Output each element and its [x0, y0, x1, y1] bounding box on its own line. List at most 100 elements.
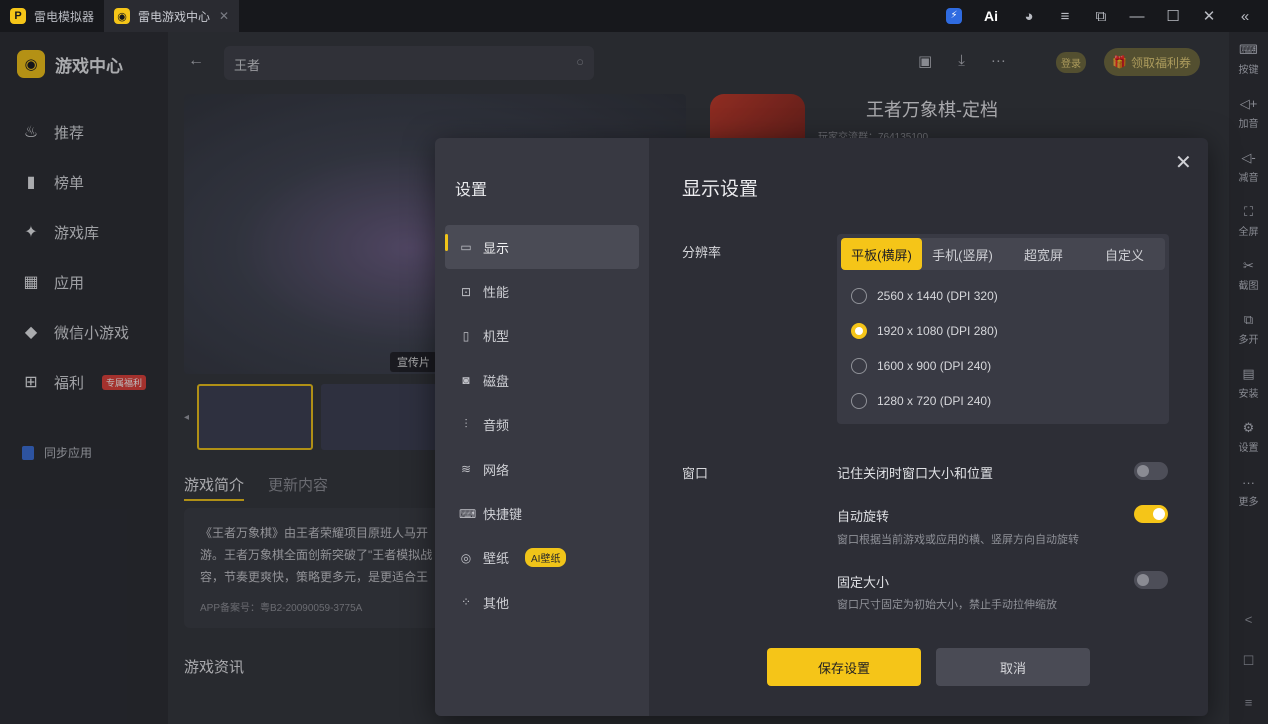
performance-icon: ⊡ [460, 284, 472, 299]
toolbar-multi-instance[interactable]: ⧉ 多开 [1229, 302, 1268, 356]
settings-title: 设置 [455, 182, 488, 199]
settings-menu-display[interactable]: ▭ 显示 [445, 225, 639, 270]
display-settings-heading: 显示设置 [682, 179, 759, 200]
toolbar-volume-up[interactable]: ◁+ 加音 [1229, 86, 1268, 140]
menu-icon[interactable]: ≡ [1056, 8, 1074, 25]
resolution-text: 1600 x 900 (DPI 240) [877, 359, 992, 373]
toolbar-label: 安装 [1238, 389, 1259, 400]
menu-label: 壁纸 [483, 551, 510, 567]
tab-close-icon[interactable]: ✕ [219, 9, 229, 23]
radio-button[interactable] [851, 288, 867, 304]
palette-icon: ◎ [460, 550, 472, 565]
resolution-panel: 平板(横屏) 手机(竖屏) 超宽屏 自定义 2560 x 1440 (DPI 3… [837, 234, 1169, 424]
menu-label: 快捷键 [483, 507, 523, 523]
toolbar-label: 全屏 [1238, 227, 1259, 238]
tab-game-center[interactable]: ◉ 雷电游戏中心 ✕ [104, 0, 240, 32]
wifi-icon: ≋ [460, 462, 472, 477]
restore-layout-icon[interactable]: ⧉ [1092, 8, 1110, 25]
multi-instance-icon: ⧉ [1243, 312, 1254, 327]
window-controls: ⚡ Ai ◕ ≡ ⧉ — ☐ ✕ « [946, 0, 1268, 32]
toolbar-fullscreen[interactable]: ⛶ 全屏 [1229, 194, 1268, 248]
settings-menu-device-model[interactable]: ▯ 机型 [445, 314, 639, 358]
audio-icon: ⫶ [464, 417, 468, 432]
toolbar-label: 多开 [1238, 335, 1259, 346]
android-recent-icon[interactable]: ≡ [1245, 695, 1253, 710]
grid-icon: ⁘ [460, 595, 472, 610]
toolbar-label: 更多 [1238, 496, 1259, 508]
menu-label: 音频 [483, 418, 510, 434]
gear-icon: ⚙ [1242, 420, 1255, 435]
orientation-segmented-control: 平板(横屏) 手机(竖屏) 超宽屏 自定义 [841, 238, 1165, 270]
toolbar-label: 按键 [1238, 65, 1259, 76]
resolution-text: 1920 x 1080 (DPI 280) [877, 324, 998, 338]
orientation-ultrawide[interactable]: 超宽屏 [1003, 238, 1084, 270]
resolution-option-1280[interactable]: 1280 x 720 (DPI 240) [851, 393, 991, 409]
dialog-close-icon[interactable]: ✕ [1175, 150, 1192, 175]
settings-menu-disk[interactable]: ◙ 磁盘 [445, 358, 639, 402]
toolbar-label: 截图 [1238, 281, 1259, 292]
cancel-button[interactable]: 取消 [936, 648, 1090, 686]
toolbar-install[interactable]: ▤ 安装 [1229, 356, 1268, 410]
phone-icon: ▯ [462, 328, 470, 343]
maximize-icon[interactable]: ☐ [1164, 7, 1182, 25]
tab-emulator-label: 雷电模拟器 [34, 9, 95, 24]
tab-emulator[interactable]: P 雷电模拟器 [0, 0, 104, 32]
title-bar: P 雷电模拟器 ◉ 雷电游戏中心 ✕ ⚡ Ai ◕ ≡ ⧉ — ☐ ✕ « [0, 0, 1268, 32]
ldplayer-logo-icon: P [10, 8, 26, 24]
settings-menu-performance[interactable]: ⊡ 性能 [445, 269, 639, 313]
keyboard-icon: ⌨ [459, 506, 477, 521]
android-nav: < ☐ ≡ [1229, 612, 1268, 710]
volume-up-icon: ◁+ [1239, 96, 1258, 111]
save-settings-button[interactable]: 保存设置 [767, 648, 921, 686]
settings-sidebar: 设置 ▭ 显示 ⊡ 性能 ▯ 机型 ◙ 磁盘 ⫶ 音频 ≋ 网络 ⌨ 快捷键 ◎… [435, 138, 649, 716]
menu-label: 性能 [483, 285, 510, 301]
toolbar-label: 设置 [1238, 443, 1259, 454]
auto-rotate-desc: 窗口根据当前游戏或应用的横、竖屏方向自动旋转 [837, 534, 1079, 546]
minimize-icon[interactable]: — [1128, 8, 1146, 25]
disk-icon: ◙ [462, 373, 470, 388]
keyboard-icon: ⌨ [1239, 42, 1258, 57]
orientation-phone[interactable]: 手机(竖屏) [922, 238, 1003, 270]
ai-icon[interactable]: Ai [980, 8, 1002, 24]
android-back-icon[interactable]: < [1245, 612, 1253, 627]
settings-dialog: 设置 ▭ 显示 ⊡ 性能 ▯ 机型 ◙ 磁盘 ⫶ 音频 ≋ 网络 ⌨ 快捷键 ◎… [435, 138, 1208, 716]
app-window: P 雷电模拟器 ◉ 雷电游戏中心 ✕ ⚡ Ai ◕ ≡ ⧉ — ☐ ✕ « ◉ … [0, 0, 1268, 724]
lightning-icon[interactable]: ⚡ [946, 8, 962, 24]
toolbar-more[interactable]: ··· 更多 [1229, 464, 1268, 518]
fixed-size-desc: 窗口尺寸固定为初始大小，禁止手动拉伸缩放 [837, 599, 1057, 611]
collapse-sidebar-icon[interactable]: « [1236, 8, 1254, 25]
ai-wallpaper-badge: AI壁纸 [525, 548, 567, 568]
remember-window-toggle[interactable] [1134, 462, 1168, 480]
menu-label: 显示 [483, 240, 510, 256]
close-icon[interactable]: ✕ [1200, 7, 1218, 25]
fixed-size-toggle[interactable] [1134, 571, 1168, 589]
volume-down-icon: ◁- [1241, 150, 1256, 165]
resolution-option-2560[interactable]: 2560 x 1440 (DPI 320) [851, 288, 998, 304]
android-home-icon[interactable]: ☐ [1243, 653, 1255, 669]
orientation-tablet[interactable]: 平板(横屏) [841, 238, 922, 270]
auto-rotate-toggle[interactable] [1134, 505, 1168, 523]
menu-label: 网络 [483, 462, 510, 478]
window-label: 窗口 [682, 466, 709, 481]
orientation-custom[interactable]: 自定义 [1084, 238, 1165, 270]
toolbar-volume-down[interactable]: ◁- 减音 [1229, 140, 1268, 194]
settings-menu-wallpaper[interactable]: ◎ 壁纸 AI壁纸 [445, 536, 639, 580]
tab-game-center-label: 雷电游戏中心 [138, 9, 211, 24]
toolbar-keymap[interactable]: ⌨ 按键 [1229, 32, 1268, 86]
radio-button-selected[interactable] [851, 323, 867, 339]
resolution-option-1600[interactable]: 1600 x 900 (DPI 240) [851, 358, 991, 374]
resolution-text: 1280 x 720 (DPI 240) [877, 394, 992, 408]
radio-button[interactable] [851, 393, 867, 409]
settings-menu-shortcuts[interactable]: ⌨ 快捷键 [445, 491, 639, 535]
account-icon[interactable]: ◕ [1020, 8, 1038, 25]
resolution-option-1920[interactable]: 1920 x 1080 (DPI 280) [851, 323, 998, 339]
settings-menu-other[interactable]: ⁘ 其他 [445, 580, 639, 624]
right-toolbar: ⌨ 按键 ◁+ 加音 ◁- 减音 ⛶ 全屏 ✂ 截图 ⧉ 多开 ▤ 安装 ⚙ 设 [1229, 32, 1268, 724]
toolbar-screenshot[interactable]: ✂ 截图 [1229, 248, 1268, 302]
remember-window-title: 记住关闭时窗口大小和位置 [837, 466, 994, 481]
toolbar-settings[interactable]: ⚙ 设置 [1229, 410, 1268, 464]
settings-menu-audio[interactable]: ⫶ 音频 [445, 403, 639, 447]
radio-button[interactable] [851, 358, 867, 374]
settings-menu-network[interactable]: ≋ 网络 [445, 447, 639, 491]
game-center-logo-icon: ◉ [114, 8, 131, 24]
